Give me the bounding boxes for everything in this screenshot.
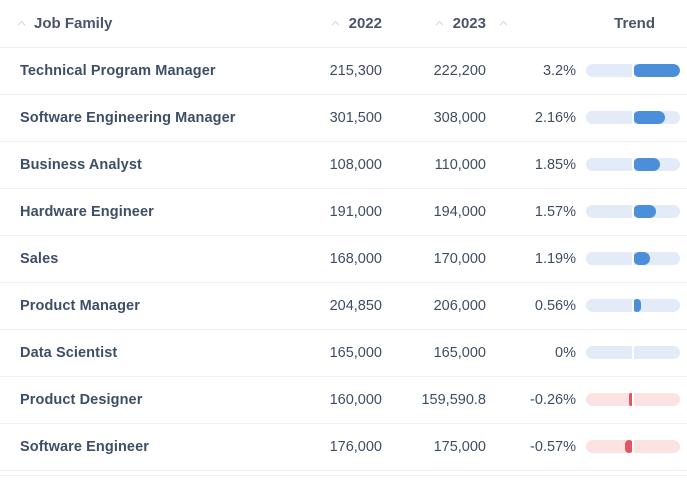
- cell-2022: 160,000: [278, 376, 382, 424]
- table-row[interactable]: Software Engineer 176,000 175,000 -0.57%: [0, 423, 687, 471]
- cell-job-family: Technical Program Manager: [0, 47, 278, 95]
- cell-2022: 165,000: [278, 329, 382, 377]
- cell-job-family: Product Manager: [0, 282, 278, 330]
- chevron-up-icon[interactable]: [433, 16, 447, 30]
- cell-2023: 194,000: [382, 188, 486, 236]
- cell-job-family: Product Designer: [0, 376, 278, 424]
- cell-percent-change: 1.57%: [486, 188, 576, 236]
- trend-bar-zero-line: [632, 111, 634, 124]
- cell-job-family: Business Analyst: [0, 141, 278, 189]
- cell-2022: 108,000: [278, 141, 382, 189]
- trend-bar: [586, 346, 680, 359]
- column-header-label-job-family: Job Family: [34, 14, 113, 32]
- cell-job-family: Sales: [0, 235, 278, 283]
- cell-trend: [576, 47, 687, 95]
- column-header-trend: Trend: [576, 0, 687, 48]
- cell-2023: 165,000: [382, 329, 486, 377]
- trend-bar: [586, 299, 680, 312]
- trend-bar-zero-line: [632, 299, 634, 312]
- cell-percent-change: 3.2%: [486, 47, 576, 95]
- trend-bar: [586, 111, 680, 124]
- cell-2022: 215,300: [278, 47, 382, 95]
- cell-2023: 170,000: [382, 235, 486, 283]
- salary-trend-table-card: Job Family 2022 2023 Trend Technical Pro…: [0, 0, 687, 500]
- trend-bar-fill: [633, 64, 680, 77]
- cell-trend: [576, 376, 687, 424]
- trend-bar-fill: [633, 158, 661, 171]
- table-row[interactable]: Software Engineering Manager 301,500 308,0…: [0, 94, 687, 142]
- cell-job-family: Data Scientist: [0, 329, 278, 377]
- cell-2023: 159,590.8: [382, 376, 486, 424]
- cell-trend: [576, 329, 687, 377]
- table-row[interactable]: Technical Program Manager 215,300 222,200 3…: [0, 47, 687, 95]
- table-row[interactable]: Data Scientist 165,000 165,000 0%: [0, 329, 687, 377]
- trend-bar-fill: [633, 252, 651, 265]
- trend-bar-zero-line: [632, 393, 634, 406]
- trend-bar-zero-line: [632, 440, 634, 453]
- cell-trend: [576, 423, 687, 471]
- cell-2023: 206,000: [382, 282, 486, 330]
- cell-trend: [576, 282, 687, 330]
- trend-bar-zero-line: [632, 346, 634, 359]
- salary-trend-table: Job Family 2022 2023 Trend Technical Pro…: [0, 0, 687, 471]
- cell-2022: 204,850: [278, 282, 382, 330]
- cell-percent-change: 0%: [486, 329, 576, 377]
- chevron-up-icon[interactable]: [14, 16, 28, 30]
- column-header-percent-change[interactable]: [486, 0, 576, 48]
- trend-bar-zero-line: [632, 158, 634, 171]
- table-header: Job Family 2022 2023 Trend: [0, 0, 687, 48]
- cell-percent-change: 1.19%: [486, 235, 576, 283]
- trend-bar: [586, 252, 680, 265]
- cell-percent-change: 0.56%: [486, 282, 576, 330]
- trend-bar: [586, 64, 680, 77]
- column-header-label-2023: 2023: [452, 14, 486, 32]
- chevron-up-icon[interactable]: [329, 16, 343, 30]
- table-row[interactable]: Product Manager 204,850 206,000 0.56%: [0, 282, 687, 330]
- cell-2023: 308,000: [382, 94, 486, 142]
- cell-percent-change: 2.16%: [486, 94, 576, 142]
- chevron-up-icon[interactable]: [496, 16, 510, 30]
- table-row[interactable]: Hardware Engineer 191,000 194,000 1.57%: [0, 188, 687, 236]
- cell-percent-change: -0.26%: [486, 376, 576, 424]
- table-bottom-divider: [0, 475, 687, 476]
- cell-trend: [576, 235, 687, 283]
- trend-bar-fill: [633, 299, 642, 312]
- trend-bar-zero-line: [632, 252, 634, 265]
- cell-percent-change: 1.85%: [486, 141, 576, 189]
- column-header-2022[interactable]: 2022: [278, 0, 382, 48]
- cell-trend: [576, 94, 687, 142]
- cell-2023: 110,000: [382, 141, 486, 189]
- cell-2022: 176,000: [278, 423, 382, 471]
- cell-2022: 301,500: [278, 94, 382, 142]
- column-header-label-trend: Trend: [614, 14, 655, 32]
- trend-bar-fill: [633, 111, 665, 124]
- column-header-2023[interactable]: 2023: [382, 0, 486, 48]
- cell-2022: 191,000: [278, 188, 382, 236]
- cell-trend: [576, 141, 687, 189]
- table-row[interactable]: Sales 168,000 170,000 1.19%: [0, 235, 687, 283]
- cell-job-family: Software Engineer: [0, 423, 278, 471]
- cell-2022: 168,000: [278, 235, 382, 283]
- column-header-job-family[interactable]: Job Family: [0, 0, 278, 48]
- table-row[interactable]: Business Analyst 108,000 110,000 1.85%: [0, 141, 687, 189]
- cell-percent-change: -0.57%: [486, 423, 576, 471]
- trend-bar-fill: [633, 205, 657, 218]
- trend-bar-zero-line: [632, 205, 634, 218]
- cell-2023: 222,200: [382, 47, 486, 95]
- trend-bar: [586, 440, 680, 453]
- cell-trend: [576, 188, 687, 236]
- column-header-label-2022: 2022: [348, 14, 382, 32]
- table-body: Technical Program Manager 215,300 222,200 3…: [0, 47, 687, 471]
- cell-job-family: Hardware Engineer: [0, 188, 278, 236]
- trend-bar: [586, 158, 680, 171]
- trend-bar: [586, 205, 680, 218]
- table-row[interactable]: Product Designer 160,000 159,590.8 -0.26%: [0, 376, 687, 424]
- cell-2023: 175,000: [382, 423, 486, 471]
- cell-job-family: Software Engineering Manager: [0, 94, 278, 142]
- trend-bar-zero-line: [632, 64, 634, 77]
- trend-bar: [586, 393, 680, 406]
- table-header-row: Job Family 2022 2023 Trend: [0, 0, 687, 48]
